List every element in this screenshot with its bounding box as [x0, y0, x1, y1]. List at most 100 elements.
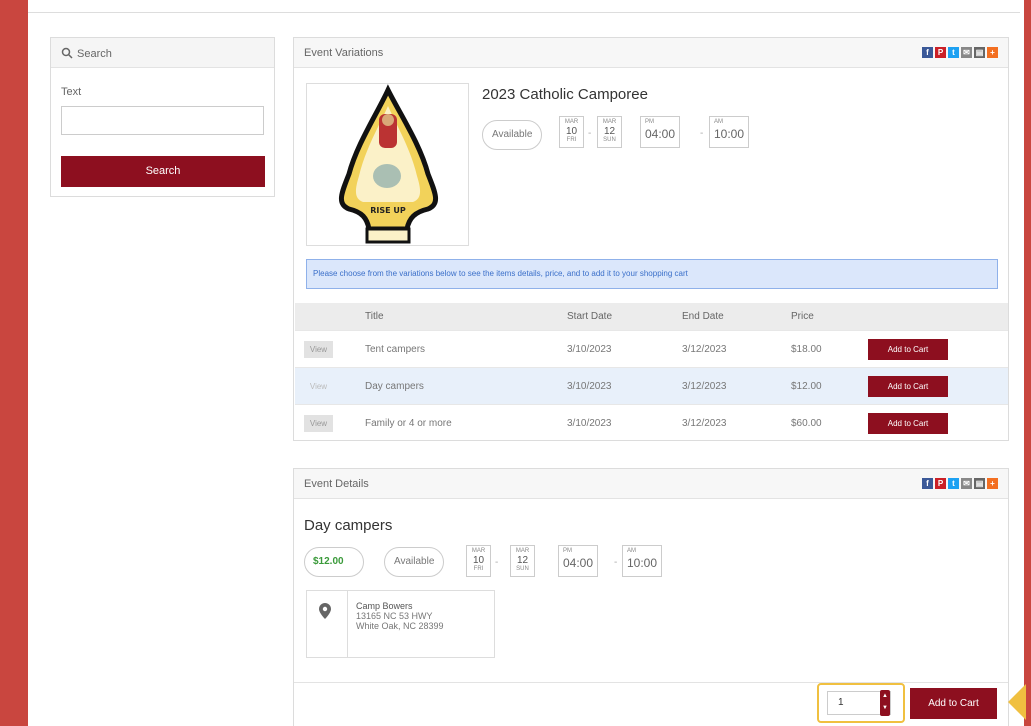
chevron-up-icon[interactable]: ▲ — [880, 690, 890, 702]
start-time: 04:00 — [563, 556, 594, 570]
top-divider — [28, 12, 1020, 13]
share-icons: f P t ✉ ▤ + — [922, 478, 998, 489]
print-icon[interactable]: ▤ — [974, 478, 985, 489]
map-marker-icon — [319, 603, 331, 619]
start-day: 10 — [565, 126, 578, 137]
pointer-arrow-icon — [1008, 684, 1026, 720]
start-time: 04:00 — [645, 127, 676, 141]
event-image: RISE UP — [306, 83, 469, 246]
arrowhead-patch-icon: RISE UP — [339, 84, 438, 244]
print-icon[interactable]: ▤ — [974, 47, 985, 58]
table-row: View Family or 4 or more 3/10/2023 3/12/… — [295, 404, 1008, 441]
add-to-cart-button[interactable]: Add to Cart — [868, 376, 948, 397]
column-start-date: Start Date — [567, 311, 613, 322]
location-card: Camp Bowers 13165 NC 53 HWY White Oak, N… — [306, 590, 495, 658]
end-time-label: AM — [627, 548, 636, 554]
row-end-date: 3/12/2023 — [682, 418, 727, 429]
facebook-icon[interactable]: f — [922, 478, 933, 489]
add-to-cart-button[interactable]: Add to Cart — [868, 413, 948, 434]
price-badge: $12.00 — [304, 547, 364, 577]
availability-badge: Available — [384, 547, 445, 577]
start-month: MAR — [471, 548, 486, 554]
patch-caption: RISE UP — [370, 206, 406, 215]
location-name: Camp Bowers — [356, 601, 413, 611]
row-start-date: 3/10/2023 — [567, 381, 612, 392]
add-to-cart-button[interactable]: Add to Cart — [868, 339, 948, 360]
row-start-date: 3/10/2023 — [567, 418, 612, 429]
end-weekday: SUN — [603, 137, 616, 143]
end-date-box: MAR 12 SUN — [597, 116, 622, 148]
start-time-box: PM 04:00 — [558, 545, 599, 577]
row-title: Family or 4 or more — [365, 418, 452, 429]
table-row: View Tent campers 3/10/2023 3/12/2023 $1… — [295, 330, 1008, 367]
twitter-icon[interactable]: t — [948, 47, 959, 58]
pinterest-icon[interactable]: P — [935, 47, 946, 58]
start-time-label: PM — [563, 548, 572, 554]
time-separator: - — [700, 128, 704, 139]
end-day: 12 — [516, 555, 529, 566]
row-end-date: 3/12/2023 — [682, 381, 727, 392]
end-weekday: SUN — [516, 566, 529, 572]
event-variations-title: Event Variations — [304, 47, 384, 59]
start-date-box: MAR 10 FRI — [466, 545, 491, 577]
plus-icon[interactable]: + — [987, 478, 998, 489]
location-divider — [347, 591, 348, 658]
quantity-stepper[interactable]: ▲ ▼ — [880, 690, 890, 716]
event-variations-header: Event Variations f P t ✉ ▤ + — [294, 38, 1008, 68]
twitter-icon[interactable]: t — [948, 478, 959, 489]
right-accent-bar — [1024, 0, 1031, 726]
variation-title: Day campers — [304, 517, 393, 534]
end-time: 10:00 — [627, 556, 658, 570]
email-icon[interactable]: ✉ — [961, 47, 972, 58]
share-icons: f P t ✉ ▤ + — [922, 47, 998, 58]
end-date-box: MAR 12 SUN — [510, 545, 535, 577]
date-separator: - — [588, 128, 592, 139]
text-search-input[interactable] — [61, 106, 264, 135]
column-title: Title — [365, 311, 384, 322]
search-button[interactable]: Search — [61, 156, 265, 187]
view-button[interactable]: View — [304, 415, 333, 432]
table-row: View Day campers 3/10/2023 3/12/2023 $12… — [295, 367, 1008, 404]
email-icon[interactable]: ✉ — [961, 478, 972, 489]
view-button[interactable]: View — [304, 341, 333, 358]
column-end-date: End Date — [682, 311, 724, 322]
event-details-header: Event Details f P t ✉ ▤ + — [294, 469, 1008, 499]
row-price: $18.00 — [791, 344, 822, 355]
end-month: MAR — [515, 548, 530, 554]
location-address-line1: 13165 NC 53 HWY — [356, 611, 433, 621]
variations-notice: Please choose from the variations below … — [306, 259, 998, 289]
date-separator: - — [495, 557, 499, 568]
add-to-cart-main-button[interactable]: Add to Cart — [910, 688, 997, 719]
column-price: Price — [791, 311, 814, 322]
end-time-label: AM — [714, 119, 723, 125]
view-button[interactable]: View — [304, 378, 333, 395]
start-date-box: MAR 10 FRI — [559, 116, 584, 148]
row-title: Day campers — [365, 381, 424, 392]
time-separator: - — [614, 557, 618, 568]
table-header: Title Start Date End Date Price — [295, 303, 1008, 330]
event-details-title: Event Details — [304, 478, 369, 490]
start-day: 10 — [472, 555, 485, 566]
start-time-label: PM — [645, 119, 654, 125]
start-weekday: FRI — [473, 566, 484, 572]
row-end-date: 3/12/2023 — [682, 344, 727, 355]
location-address-line2: White Oak, NC 28399 — [356, 621, 444, 631]
availability-badge: Available — [482, 120, 543, 150]
end-time-box: AM 10:00 — [709, 116, 750, 148]
end-day: 12 — [603, 126, 616, 137]
row-start-date: 3/10/2023 — [567, 344, 612, 355]
pinterest-icon[interactable]: P — [935, 478, 946, 489]
end-time-box: AM 10:00 — [622, 545, 663, 577]
chevron-down-icon[interactable]: ▼ — [880, 702, 890, 714]
text-field-label: Text — [61, 86, 82, 98]
row-title: Tent campers — [365, 344, 426, 355]
plus-icon[interactable]: + — [987, 47, 998, 58]
variations-table: Title Start Date End Date Price View Ten… — [295, 303, 1008, 441]
event-variations-panel: Event Variations f P t ✉ ▤ + RISE UP 202… — [293, 37, 1009, 441]
search-panel: Search Text Search — [50, 37, 275, 197]
left-accent-bar — [0, 0, 28, 726]
event-title: 2023 Catholic Camporee — [482, 86, 648, 103]
facebook-icon[interactable]: f — [922, 47, 933, 58]
start-month: MAR — [564, 119, 579, 125]
start-time-box: PM 04:00 — [640, 116, 681, 148]
